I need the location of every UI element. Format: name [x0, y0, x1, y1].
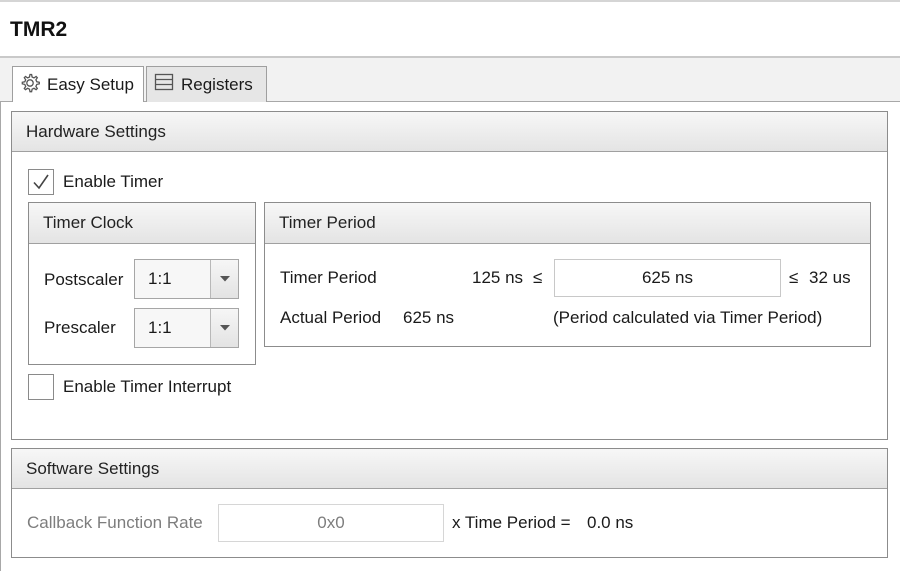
chevron-down-icon: [219, 325, 230, 331]
period-min-value: 125 ns: [472, 268, 524, 287]
chevron-down-icon: [219, 276, 230, 282]
less-equal-symbol: ≤: [533, 268, 543, 287]
top-border: [0, 0, 900, 2]
window-title: TMR2: [10, 18, 68, 41]
prescaler-dropdown-button[interactable]: [211, 309, 238, 347]
gear-icon: [19, 72, 47, 99]
postscaler-select[interactable]: 1:1: [134, 259, 239, 299]
software-settings-header: Software Settings: [12, 449, 887, 489]
timer-clock-header: Timer Clock: [29, 203, 255, 244]
hardware-settings-title: Hardware Settings: [26, 121, 166, 141]
tab-strip: Easy Setup Registers: [0, 58, 900, 103]
period-max-value: 32 us: [809, 268, 851, 287]
prescaler-value: 1:1: [135, 309, 211, 347]
time-period-text: x Time Period =: [452, 513, 571, 532]
enable-timer-label: Enable Timer: [63, 172, 164, 191]
timer-clock-title: Timer Clock: [43, 213, 134, 232]
prescaler-select[interactable]: 1:1: [134, 308, 239, 348]
actual-period-label: Actual Period: [280, 308, 382, 327]
time-period-value: 0.0 ns: [587, 513, 634, 532]
enable-interrupt-checkbox[interactable]: [28, 374, 54, 400]
less-equal-symbol: ≤: [789, 268, 799, 287]
timer-period-title: Timer Period: [279, 213, 376, 232]
tab-registers-label: Registers: [181, 74, 253, 94]
postscaler-label: Postscaler: [44, 270, 124, 289]
enable-interrupt-label: Enable Timer Interrupt: [63, 377, 232, 396]
callback-rate-input[interactable]: 0x0: [218, 504, 444, 542]
timer-period-label: Timer Period: [280, 268, 377, 287]
tab-easy-setup-label: Easy Setup: [47, 75, 134, 94]
enable-timer-checkbox[interactable]: [28, 169, 54, 195]
timer-period-input[interactable]: 625 ns: [554, 259, 781, 297]
tab-easy-setup[interactable]: Easy Setup: [12, 66, 144, 103]
software-settings-title: Software Settings: [26, 458, 160, 478]
timer-period-header: Timer Period: [265, 203, 870, 244]
period-note: (Period calculated via Timer Period): [553, 308, 823, 327]
tab-registers[interactable]: Registers: [146, 66, 267, 102]
hardware-settings-header: Hardware Settings: [12, 112, 887, 152]
callback-rate-label: Callback Function Rate: [27, 513, 203, 532]
postscaler-value: 1:1: [135, 260, 211, 298]
software-settings-group: Software Settings: [11, 448, 888, 558]
postscaler-dropdown-button[interactable]: [211, 260, 238, 298]
registers-icon: [153, 71, 181, 98]
prescaler-label: Prescaler: [44, 318, 116, 337]
actual-period-value: 625 ns: [403, 308, 455, 327]
checkmark-icon: [33, 174, 49, 190]
